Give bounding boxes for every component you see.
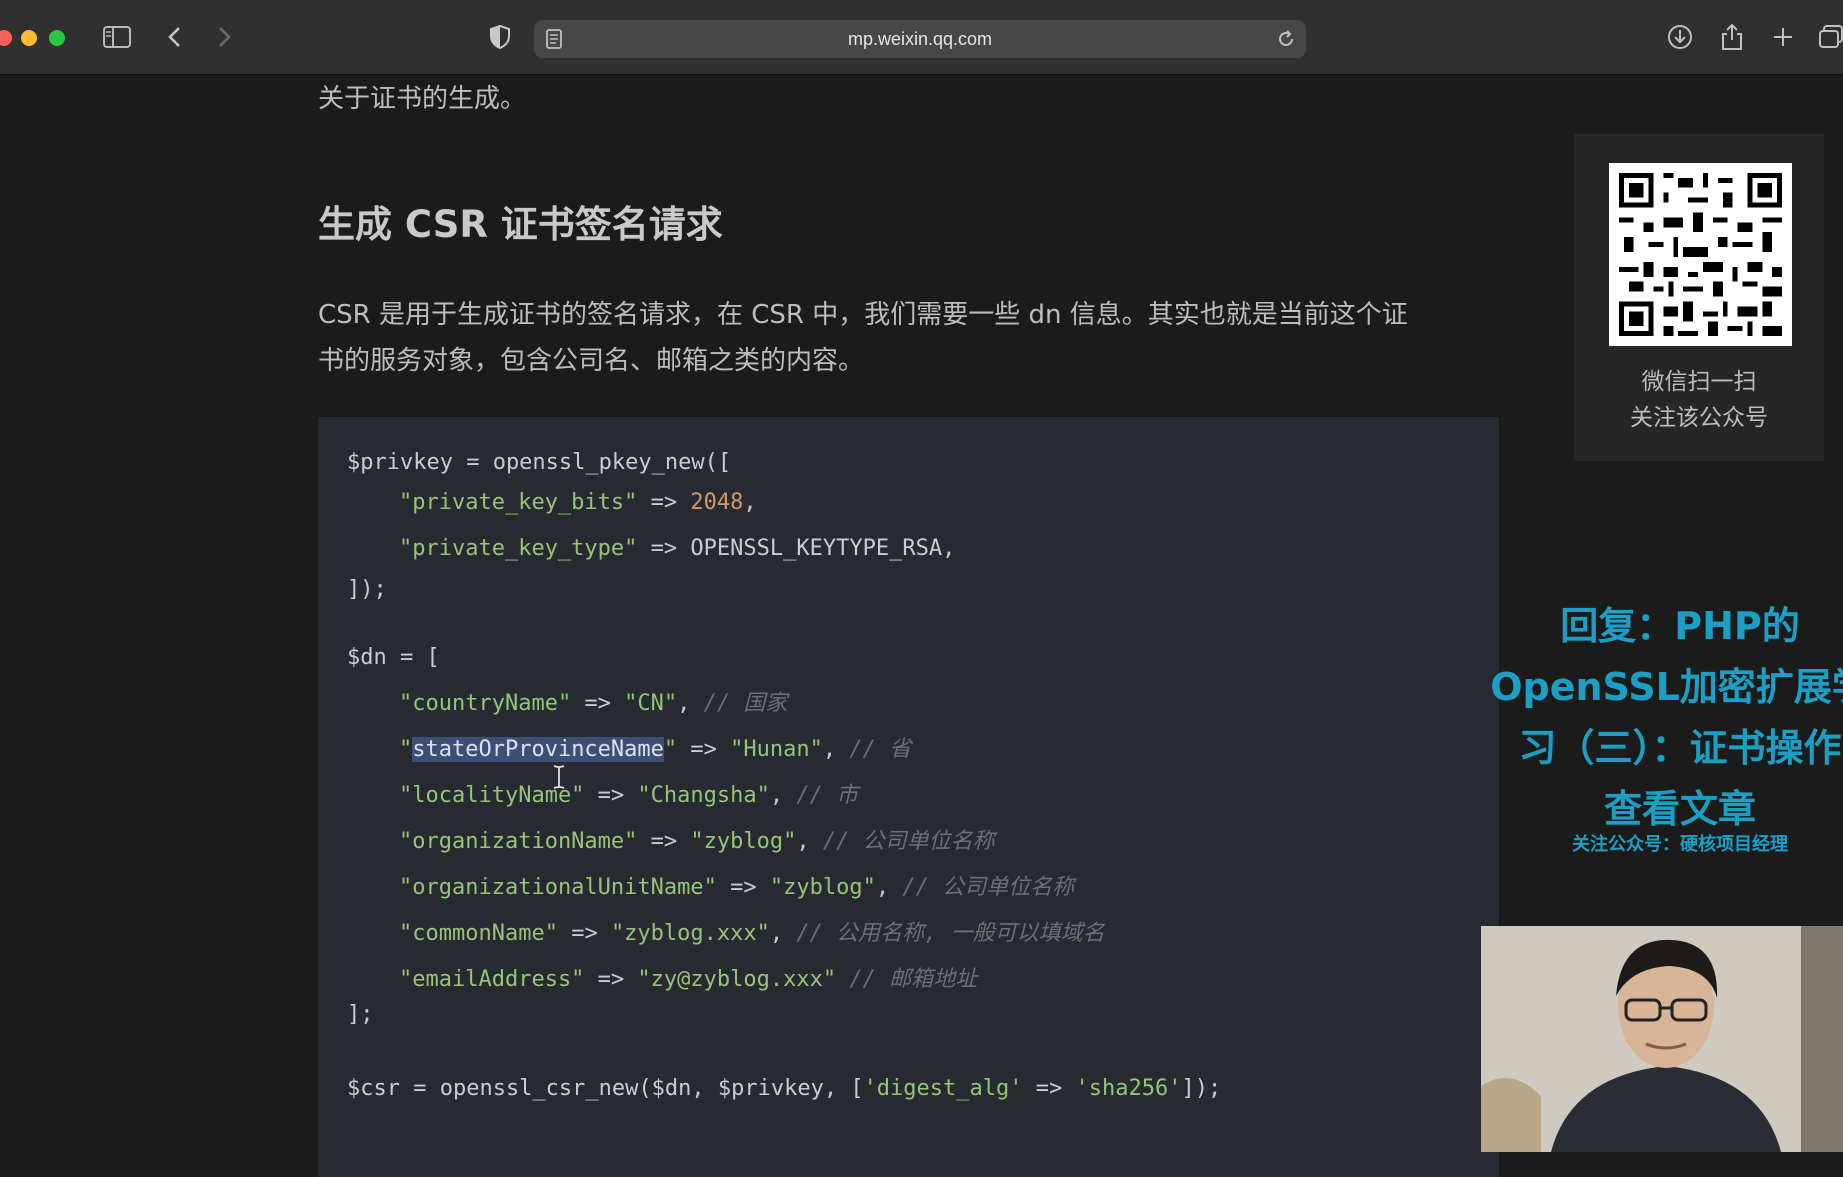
code-line: $privkey = openssl_pkey_new([ — [347, 450, 732, 475]
section-heading: 生成 CSR 证书签名请求 — [318, 203, 723, 246]
video-overlay-text: 回复：PHP的 OpenSSL加密扩展学 习（三）：证书操作 查看文章 — [1470, 596, 1843, 840]
reload-icon[interactable] — [1276, 29, 1296, 53]
qr-code-image — [1609, 163, 1792, 346]
webcam-feed — [1481, 926, 1843, 1152]
code-line: "private_key_bits" => 2048, — [399, 490, 757, 515]
back-icon[interactable] — [155, 18, 193, 56]
sidebar-toggle-icon[interactable] — [98, 18, 136, 56]
new-tab-icon[interactable] — [1764, 18, 1802, 56]
code-line: "localityName" => "Changsha", // 市 — [399, 783, 859, 808]
selected-text: stateOrProvinceName — [412, 737, 664, 762]
code-line: "emailAddress" => "zy@zyblog.xxx" // 邮箱地… — [399, 967, 978, 992]
code-line: ]; — [347, 1002, 374, 1027]
qr-caption: 关注该公众号 — [1630, 405, 1768, 431]
text-cursor-icon — [553, 765, 565, 793]
downloads-icon[interactable] — [1661, 18, 1699, 56]
qr-caption: 微信扫一扫 — [1641, 369, 1757, 395]
address-bar[interactable]: mp.weixin.qq.com — [534, 20, 1306, 58]
code-line: "organizationalUnitName" => "zyblog", //… — [399, 875, 1075, 900]
code-line: "stateOrProvinceName" => "Hunan", // 省 — [399, 737, 912, 762]
code-line: "commonName" => "zyblog.xxx", // 公用名称, 一… — [399, 921, 1105, 946]
code-line: $csr = openssl_csr_new($dn, $privkey, ['… — [347, 1076, 1222, 1101]
article-intro-text: 关于证书的生成。 — [318, 84, 527, 114]
share-icon[interactable] — [1713, 18, 1751, 56]
overlay-subtitle: 关注公众号：硬核项目经理 — [1572, 834, 1788, 855]
url-text: mp.weixin.qq.com — [847, 29, 993, 49]
paragraph-line: CSR 是用于生成证书的签名请求，在 CSR 中，我们需要一些 dn 信息。其实… — [318, 300, 1408, 330]
overlay-line: 回复：PHP的 — [1560, 604, 1800, 648]
privacy-shield-icon[interactable] — [481, 18, 519, 56]
minimize-window-button[interactable] — [21, 30, 37, 46]
code-block: $privkey = openssl_pkey_new([ "private_k… — [318, 417, 1499, 1177]
browser-toolbar: mp.weixin.qq.com — [0, 0, 1843, 75]
article-paragraph: CSR 是用于生成证书的签名请求，在 CSR 中，我们需要一些 dn 信息。其实… — [318, 292, 1500, 384]
overlay-line: OpenSSL加密扩展学 — [1490, 665, 1843, 709]
code-line: ]); — [347, 577, 387, 602]
close-window-button[interactable] — [0, 30, 12, 46]
overlay-line: 习（三）：证书操作 — [1518, 726, 1842, 770]
tab-overview-icon[interactable] — [1812, 18, 1843, 56]
code-line: "countryName" => "CN", // 国家 — [399, 691, 788, 716]
forward-icon[interactable] — [206, 18, 244, 56]
maximize-window-button[interactable] — [49, 30, 65, 46]
code-line: "private_key_type" => OPENSSL_KEYTYPE_RS… — [399, 536, 956, 561]
qr-code-panel: 微信扫一扫 关注该公众号 — [1574, 134, 1824, 461]
paragraph-line: 书的服务对象，包含公司名、邮箱之类的内容。 — [318, 346, 865, 376]
code-line: $dn = [ — [347, 645, 440, 670]
code-line: "organizationName" => "zyblog", // 公司单位名… — [399, 829, 995, 854]
